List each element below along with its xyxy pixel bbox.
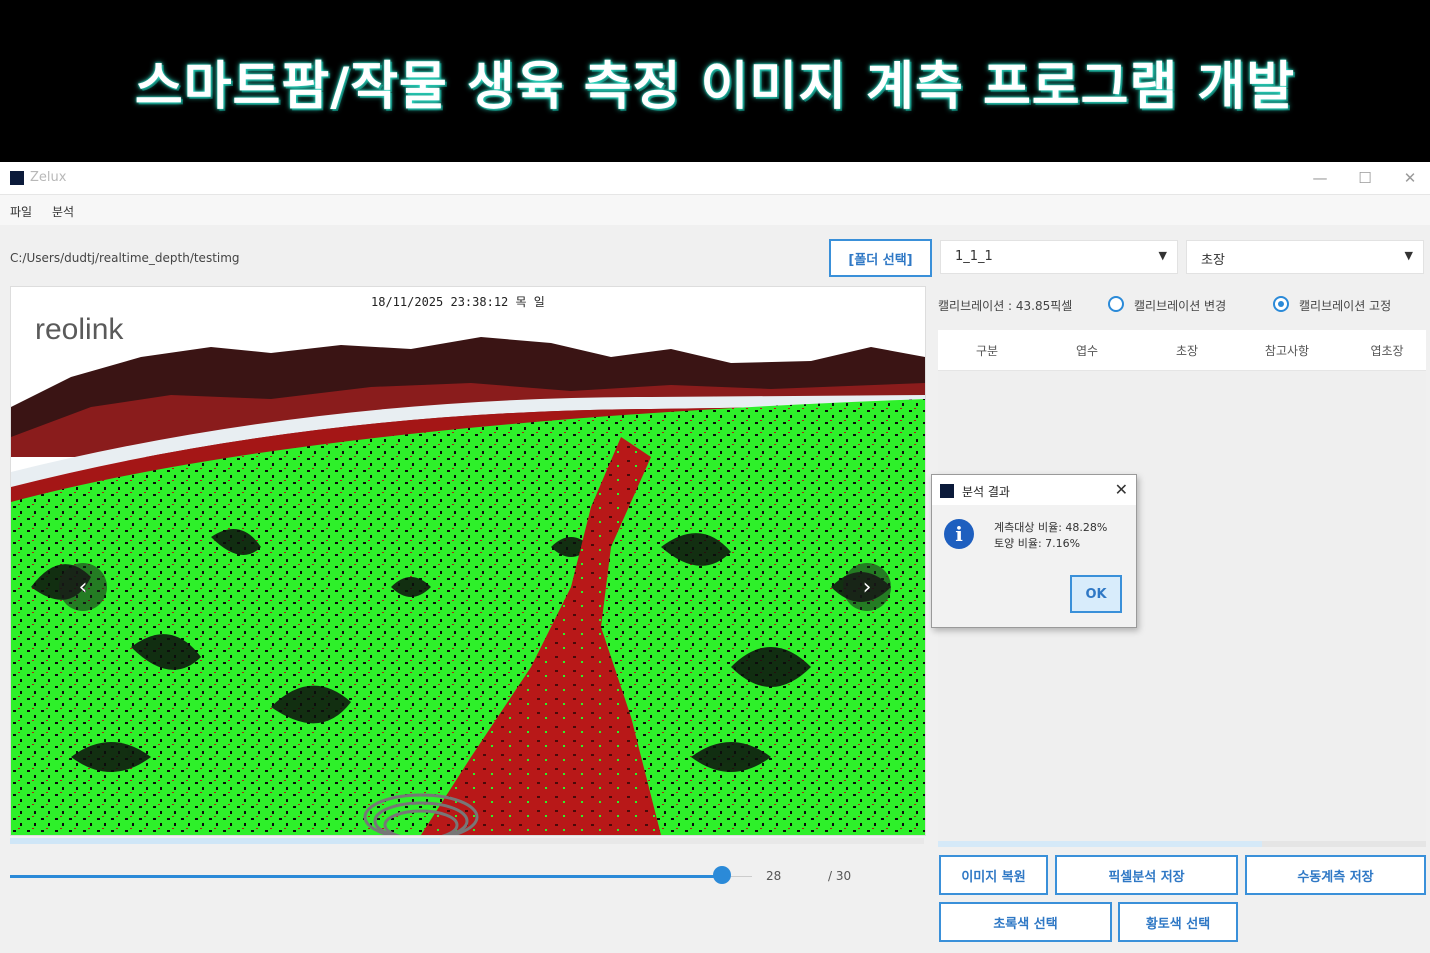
camera-logo: reolink (35, 313, 124, 346)
column-header[interactable]: 참고사항 (1238, 342, 1336, 359)
folder-select-button[interactable]: [폴더 선택] (829, 239, 932, 277)
column-header[interactable]: 구분 (938, 342, 1036, 359)
calibration-change-label[interactable]: 캘리브레이션 변경 (1134, 297, 1226, 314)
calibration-fix-label[interactable]: 캘리브레이션 고정 (1299, 297, 1391, 314)
image-slider-track[interactable] (10, 875, 722, 878)
dialog-title: 분석 결과 (962, 485, 1010, 499)
image-viewer[interactable]: 18/11/2025 23:38:12 목 일 reolink ‹ › (10, 286, 926, 836)
column-header[interactable]: 엽수 (1038, 342, 1136, 359)
segmented-crop-image (11, 287, 925, 835)
calibration-fix-radio[interactable] (1273, 296, 1289, 312)
soil-ratio-text: 토양 비율: 7.16% (994, 537, 1081, 550)
menu-bar: 파일 분석 (0, 195, 1430, 225)
target-ratio-text: 계측대상 비율: 48.28% (994, 521, 1108, 534)
column-header[interactable]: 초장 (1138, 342, 1236, 359)
title-bar: Zelux — ☐ ✕ (0, 162, 1430, 195)
slider-total: / 30 (828, 869, 852, 883)
save-pixel-analysis-button[interactable]: 픽셀분석 저장 (1055, 855, 1238, 895)
minimize-button[interactable]: — (1298, 166, 1342, 190)
chevron-left-icon: ‹ (78, 574, 88, 600)
info-icon: i (944, 519, 974, 549)
chevron-right-icon: › (862, 574, 872, 600)
close-button[interactable]: ✕ (1388, 166, 1430, 190)
app-name: Zelux (30, 170, 67, 185)
results-table-header: 구분 엽수 초장 참고사항 엽초장 (938, 330, 1426, 371)
select-soil-color-button[interactable]: 황토색 선택 (1118, 902, 1238, 942)
image-slider-thumb[interactable] (713, 866, 731, 884)
sample-dropdown-value: 1_1_1 (955, 249, 993, 264)
menu-analysis[interactable]: 분석 (52, 203, 74, 220)
chevron-down-icon: ▼ (1404, 249, 1413, 262)
restore-image-button[interactable]: 이미지 복원 (939, 855, 1048, 895)
app-icon (940, 484, 954, 498)
slider-current-value: 28 (766, 869, 782, 883)
dialog-title-bar: 분석 결과 ✕ (932, 475, 1136, 505)
select-green-button[interactable]: 초록색 선택 (939, 902, 1112, 942)
image-scrollbar-thumb[interactable] (10, 838, 440, 844)
app-icon (10, 171, 24, 185)
calibration-change-radio[interactable] (1108, 296, 1124, 312)
table-scrollbar-thumb[interactable] (938, 841, 1262, 847)
measure-dropdown[interactable]: 초장 ▼ (1186, 240, 1424, 274)
dialog-close-button[interactable]: ✕ (1115, 480, 1128, 499)
maximize-button[interactable]: ☐ (1343, 166, 1387, 190)
measure-dropdown-value: 초장 (1201, 253, 1225, 268)
sample-dropdown[interactable]: 1_1_1 ▼ (940, 240, 1178, 274)
column-header[interactable]: 엽초장 (1338, 342, 1430, 359)
folder-path: C:/Users/dudtj/realtime_depth/testimg (10, 251, 240, 265)
banner-title: 스마트팜/작물 생육 측정 이미지 계측 프로그램 개발 (134, 56, 1296, 117)
image-timestamp: 18/11/2025 23:38:12 목 일 (371, 295, 545, 309)
prev-image-button[interactable]: ‹ (59, 563, 107, 611)
save-manual-measure-button[interactable]: 수동계측 저장 (1245, 855, 1426, 895)
analysis-result-dialog: 분석 결과 ✕ i 계측대상 비율: 48.28% 토양 비율: 7.16% O… (931, 474, 1137, 628)
calibration-value: 캘리브레이션 : 43.85픽셀 (938, 299, 1073, 313)
menu-file[interactable]: 파일 (10, 203, 32, 220)
app-window: Zelux — ☐ ✕ 파일 분석 C:/Users/dudtj/realtim… (0, 162, 1430, 953)
banner: 스마트팜/작물 생육 측정 이미지 계측 프로그램 개발 (0, 0, 1430, 162)
dialog-ok-button[interactable]: OK (1070, 575, 1122, 613)
next-image-button[interactable]: › (843, 563, 891, 611)
chevron-down-icon: ▼ (1158, 249, 1167, 262)
